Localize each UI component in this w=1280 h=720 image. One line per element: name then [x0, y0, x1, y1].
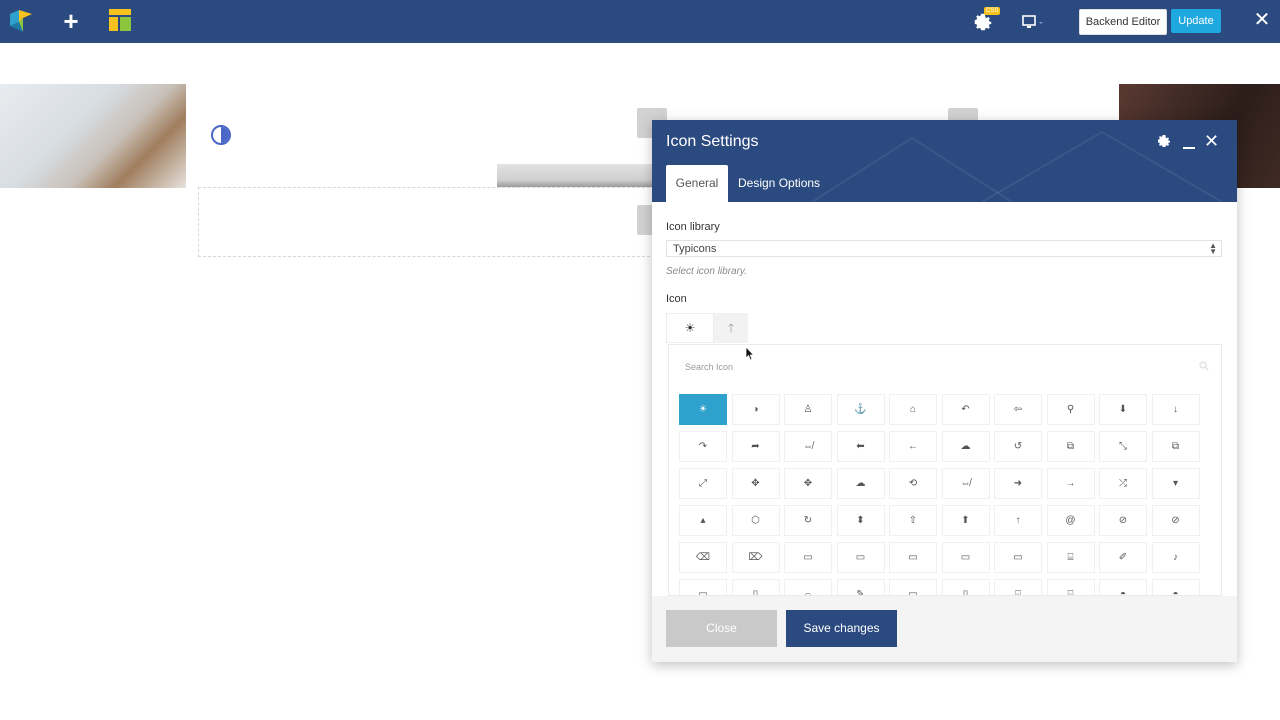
- icon-grid-cell[interactable]: ⊘: [1099, 505, 1147, 536]
- close-icon[interactable]: ✕: [1252, 10, 1272, 30]
- icon-grid-cell[interactable]: ⌂: [889, 394, 937, 425]
- icon-grid-cell[interactable]: ▭: [836, 542, 885, 573]
- icon-grid-cell[interactable]: ⇎: [784, 431, 832, 462]
- icon-grid-cell[interactable]: ♪: [1151, 542, 1200, 573]
- search-icon: [1199, 361, 1209, 371]
- css-badge: CSS: [984, 7, 1001, 15]
- icon-grid-cell[interactable]: ◑: [731, 394, 780, 425]
- icon-label: Icon: [666, 293, 687, 305]
- icon-grid-cell[interactable]: ◓: [1151, 579, 1200, 595]
- icon-grid-cell[interactable]: ⚲: [1046, 394, 1095, 425]
- plus-icon[interactable]: +: [58, 8, 84, 34]
- selected-icon-preview[interactable]: ☀: [666, 313, 714, 343]
- gallery-image-left: [0, 84, 186, 188]
- modal-header[interactable]: Icon Settings ✕ General Design Options: [652, 120, 1237, 202]
- icon-grid-cell[interactable]: ⇦: [994, 394, 1042, 425]
- icon-grid-cell[interactable]: ▭: [679, 579, 727, 595]
- icon-grid-cell[interactable]: ◓: [1099, 579, 1147, 595]
- gallery-image-middle: [497, 164, 657, 187]
- icon-grid-cell[interactable]: ✥: [784, 468, 832, 499]
- mouse-cursor-icon: [745, 346, 755, 361]
- icon-library-help: Select icon library.: [666, 266, 747, 277]
- gear-icon[interactable]: [1156, 133, 1172, 149]
- icon-grid-cell[interactable]: ⌦: [731, 542, 780, 573]
- icon-grid-cell[interactable]: ▭: [941, 542, 990, 573]
- icon-grid-cell[interactable]: ✎: [836, 579, 885, 595]
- icon-grid-cell[interactable]: ⧉: [1151, 431, 1200, 462]
- top-navbar: + CSS Backend Editor Update ✕: [0, 0, 1280, 43]
- icon-grid-cell[interactable]: ↷: [679, 431, 727, 462]
- icon-grid-cell[interactable]: ⌸: [994, 579, 1042, 595]
- icon-grid-cell[interactable]: ▯: [731, 579, 780, 595]
- tab-general[interactable]: General: [666, 165, 728, 202]
- icon-grid-cell[interactable]: ↓: [1151, 394, 1200, 425]
- icon-library-select[interactable]: Typicons ▲ ▼: [666, 240, 1222, 257]
- icon-grid-cell[interactable]: ↺: [994, 431, 1042, 462]
- update-button[interactable]: Update: [1171, 9, 1221, 33]
- icon-grid-cell[interactable]: ⌸: [1046, 579, 1095, 595]
- icon-grid-cell[interactable]: ⇧: [889, 505, 937, 536]
- icon-grid-cell[interactable]: ▭: [889, 579, 937, 595]
- gear-icon[interactable]: CSS: [970, 7, 1001, 34]
- icon-library-label: Icon library: [666, 221, 720, 233]
- icon-grid-cell[interactable]: ➦: [731, 431, 780, 462]
- tab-design-options[interactable]: Design Options: [738, 165, 820, 202]
- icon-grid-cell[interactable]: ⤡: [1099, 431, 1147, 462]
- icon-grid-cell[interactable]: ☁: [836, 468, 885, 499]
- icon-grid-cell[interactable]: ✐: [1099, 542, 1147, 573]
- close-icon[interactable]: ✕: [1204, 132, 1220, 150]
- icon-picker: ☀◑♙⚓⌂↶⇦⚲⬇↓↷➦⇎⬅←☁↺⧉⤡⧉⤢✥✥☁⟲⇎➜→⤮▾▴⬡↻⬍⇧⬆↑@⊘⊘…: [668, 344, 1222, 596]
- icon-grid-cell[interactable]: ▾: [1151, 468, 1200, 499]
- icon-grid-cell[interactable]: ←: [889, 431, 937, 462]
- icon-grid-cell[interactable]: ⬇: [1099, 394, 1147, 425]
- icon-grid-cell[interactable]: ⤢: [679, 468, 727, 499]
- minimize-icon[interactable]: [1182, 136, 1196, 150]
- save-changes-button[interactable]: Save changes: [786, 610, 897, 647]
- icon-grid-cell[interactable]: ☀: [679, 394, 727, 425]
- icon-grid-cell[interactable]: ▭: [784, 542, 832, 573]
- empty-row-placeholder[interactable]: [198, 187, 670, 257]
- modal-footer: Close Save changes: [652, 596, 1237, 662]
- icon-grid-cell[interactable]: ⬍: [836, 505, 885, 536]
- row-control-handle[interactable]: [637, 205, 653, 235]
- icon-grid-cell[interactable]: ⌓: [784, 579, 832, 595]
- icon-grid-cell[interactable]: ↶: [941, 394, 990, 425]
- backend-editor-button[interactable]: Backend Editor: [1079, 9, 1167, 35]
- icon-grid-cell[interactable]: ⧉: [1046, 431, 1095, 462]
- icon-grid-cell[interactable]: ⬡: [731, 505, 780, 536]
- icon-grid-cell[interactable]: ☁: [941, 431, 990, 462]
- half-circle-icon[interactable]: [211, 125, 231, 145]
- monitor-icon[interactable]: [1020, 12, 1044, 32]
- icon-grid-cell[interactable]: →: [1046, 468, 1095, 499]
- icon-grid-cell[interactable]: ♙: [784, 394, 832, 425]
- icon-grid-cell[interactable]: ▭: [889, 542, 937, 573]
- visual-composer-logo-icon[interactable]: [8, 8, 34, 34]
- icon-settings-modal: Icon Settings ✕ General Design Options I…: [652, 120, 1237, 662]
- icon-grid-cell[interactable]: ⚓: [836, 394, 885, 425]
- icon-grid-cell[interactable]: ▴: [679, 505, 727, 536]
- icon-grid-cell[interactable]: ↑: [994, 505, 1042, 536]
- modal-title: Icon Settings: [666, 133, 759, 150]
- layout-icon[interactable]: [109, 9, 131, 31]
- select-arrows-icon: ▲ ▼: [1209, 241, 1217, 256]
- icon-grid-cell[interactable]: ⬅: [836, 431, 885, 462]
- icon-grid-cell[interactable]: ⤮: [1099, 468, 1147, 499]
- icon-grid-cell[interactable]: @: [1046, 505, 1095, 536]
- picker-toggle-arrow-icon[interactable]: 🡑: [714, 313, 748, 343]
- icon-grid-cell[interactable]: ⟲: [889, 468, 937, 499]
- icon-grid-cell[interactable]: ✥: [731, 468, 780, 499]
- icon-grid-cell[interactable]: ➜: [994, 468, 1042, 499]
- icon-grid-cell[interactable]: ▯: [941, 579, 990, 595]
- icon-grid-cell[interactable]: ⊘: [1151, 505, 1200, 536]
- icon-grid-cell[interactable]: ⇎: [941, 468, 990, 499]
- icon-grid-cell[interactable]: ↻: [784, 505, 832, 536]
- icon-grid-cell[interactable]: ⌫: [679, 542, 727, 573]
- search-input[interactable]: [683, 355, 1221, 379]
- icon-grid-cell[interactable]: ▭: [994, 542, 1042, 573]
- icon-library-value: Typicons: [673, 243, 717, 255]
- icon-grid-cell[interactable]: ⌸: [1046, 542, 1095, 573]
- close-button[interactable]: Close: [666, 610, 777, 647]
- icon-grid-cell[interactable]: ⬆: [941, 505, 990, 536]
